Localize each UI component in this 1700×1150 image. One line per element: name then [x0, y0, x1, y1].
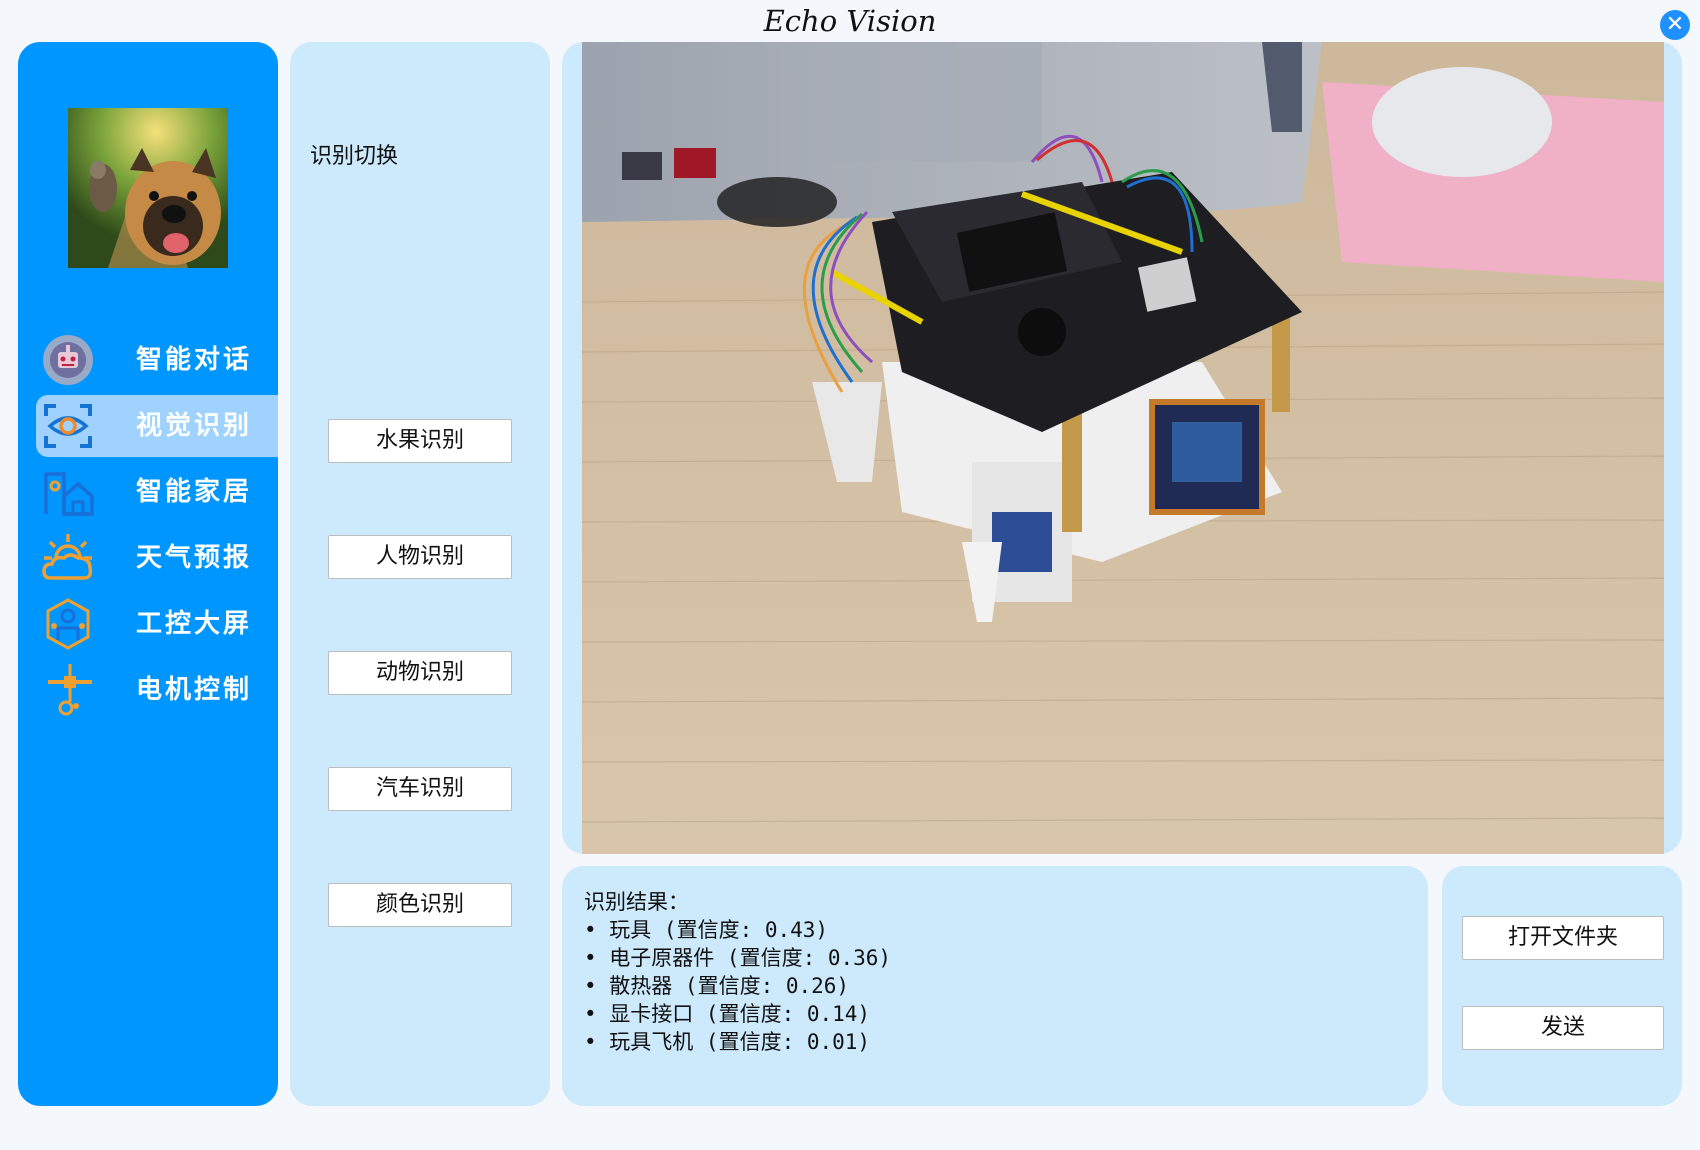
sidebar-item-label: 智能家居	[136, 477, 253, 507]
recognition-mode-panel: 识别切换 水果识别 人物识别 动物识别 汽车识别 颜色识别	[290, 42, 550, 1106]
smart-home-icon	[44, 472, 94, 516]
close-button[interactable]: ✕	[1660, 10, 1690, 40]
sidebar-item-label: 视觉识别	[136, 411, 253, 441]
result-item: • 玩具 (置信度: 0.43)	[584, 918, 829, 942]
industrial-screen-icon	[46, 598, 90, 650]
person-recognition-button[interactable]: 人物识别	[328, 535, 512, 579]
animal-recognition-button[interactable]: 动物识别	[328, 651, 512, 695]
chat-robot-icon	[43, 335, 93, 385]
sidebar-item-weather[interactable]: 天气预报	[36, 527, 278, 589]
weather-icon	[42, 534, 93, 580]
color-recognition-button[interactable]: 颜色识别	[328, 883, 512, 927]
sidebar-item-label: 智能对话	[136, 345, 253, 375]
sidebar-item-chat[interactable]: 智能对话	[36, 329, 278, 391]
result-heading: 识别结果：	[584, 890, 689, 914]
result-item: • 电子原器件 (置信度: 0.36)	[584, 946, 892, 970]
result-item: • 玩具飞机 (置信度: 0.01)	[584, 1030, 871, 1054]
send-button[interactable]: 发送	[1462, 1006, 1664, 1050]
sidebar-item-label: 工控大屏	[136, 609, 253, 639]
fruit-recognition-button[interactable]: 水果识别	[328, 419, 512, 463]
result-item: • 显卡接口 (置信度: 0.14)	[584, 1002, 871, 1026]
motor-control-icon	[48, 664, 92, 716]
sidebar-item-industrial-screen[interactable]: 工控大屏	[36, 593, 278, 655]
result-list: 识别结果： • 玩具 (置信度: 0.43) • 电子原器件 (置信度: 0.3…	[584, 888, 891, 1056]
sidebar-item-label: 天气预报	[136, 543, 253, 573]
car-recognition-button[interactable]: 汽车识别	[328, 767, 512, 811]
sidebar: 智能对话 视觉识别 智能家居 天气预报 工控大屏 电机控制	[18, 42, 278, 1106]
sidebar-item-label: 电机控制	[136, 675, 253, 705]
sidebar-item-smart-home[interactable]: 智能家居	[36, 461, 278, 523]
image-preview-panel	[562, 42, 1682, 854]
window-title: Echo Vision	[763, 4, 937, 38]
result-panel: 识别结果： • 玩具 (置信度: 0.43) • 电子原器件 (置信度: 0.3…	[562, 866, 1428, 1106]
sidebar-item-motor-control[interactable]: 电机控制	[36, 659, 278, 721]
avatar	[68, 108, 228, 268]
action-panel: 打开文件夹 发送	[1442, 866, 1682, 1106]
vision-eye-icon	[44, 404, 92, 448]
sidebar-item-vision[interactable]: 视觉识别	[36, 395, 278, 457]
captured-photo	[582, 42, 1664, 854]
result-item: • 散热器 (置信度: 0.26)	[584, 974, 850, 998]
open-folder-button[interactable]: 打开文件夹	[1462, 916, 1664, 960]
recognition-switch-label: 识别切换	[310, 144, 399, 169]
